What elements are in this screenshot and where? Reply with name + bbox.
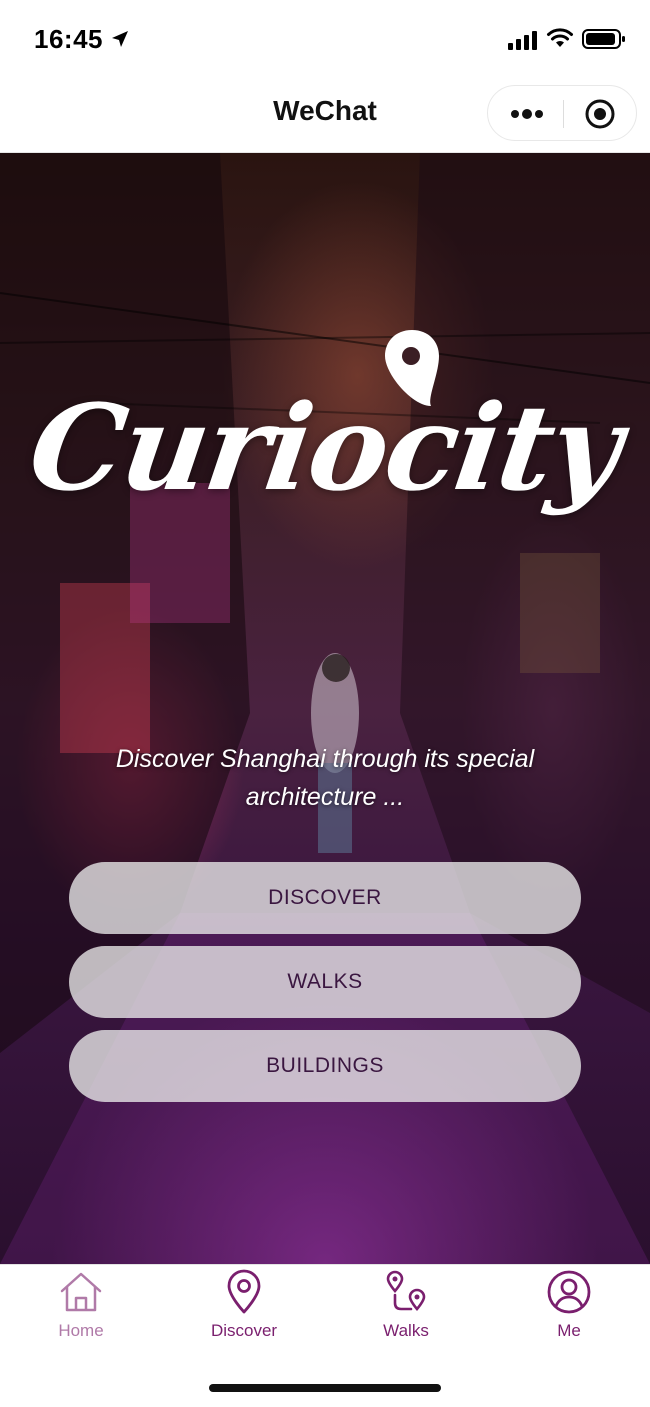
tab-discover[interactable]: Discover — [179, 1269, 309, 1349]
tab-me[interactable]: Me — [504, 1269, 634, 1349]
map-pin-icon — [227, 1269, 261, 1314]
capsule-divider — [563, 100, 564, 128]
hero-background: Curiocity Discover Shanghai through its … — [0, 153, 650, 1264]
tab-walks-label: Walks — [383, 1321, 429, 1340]
more-dots-icon[interactable] — [510, 105, 544, 123]
status-bar: 16:45 — [0, 0, 650, 80]
battery-icon — [582, 29, 625, 49]
nav-bar: WeChat — [0, 80, 650, 153]
tagline: Discover Shanghai through its special ar… — [115, 745, 535, 811]
route-icon — [386, 1270, 426, 1311]
tab-home-label: Home — [58, 1321, 104, 1340]
discover-button[interactable]: DISCOVER — [69, 862, 581, 934]
signal-icon — [508, 31, 537, 50]
wifi-icon — [547, 28, 573, 47]
target-icon[interactable] — [584, 98, 616, 130]
user-icon — [547, 1270, 591, 1314]
tab-walks[interactable]: Walks — [341, 1269, 471, 1349]
tab-discover-label: Discover — [210, 1321, 278, 1340]
location-arrow-icon — [112, 31, 128, 47]
brand-logo: Curiocity — [21, 378, 629, 517]
home-indicator[interactable] — [209, 1384, 441, 1392]
buildings-button[interactable]: BUILDINGS — [69, 1030, 581, 1102]
status-time: 16:45 — [34, 24, 103, 54]
mini-program-capsule — [487, 85, 637, 141]
tab-me-label: Me — [557, 1321, 581, 1340]
tab-home[interactable]: Home — [16, 1269, 146, 1349]
walks-button[interactable]: WALKS — [69, 946, 581, 1018]
home-icon — [60, 1272, 102, 1312]
